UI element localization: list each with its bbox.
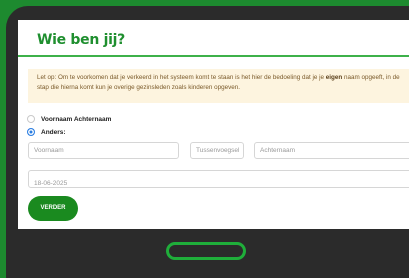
tablet-home-button-icon[interactable] (166, 242, 246, 260)
notice-text-start: Let op: Om te voorkomen dat je verkeerd … (37, 74, 326, 81)
notice-box: Let op: Om te voorkomen dat je verkeerd … (28, 69, 409, 103)
notice-text-bold: eigen (325, 74, 343, 81)
radio-option-name[interactable]: Voornaam Achternaam (27, 114, 111, 124)
last-name-input[interactable]: Achternaam (254, 142, 409, 159)
title-bar: Wie ben jij? (18, 20, 409, 57)
radio-option-other[interactable]: Anders: (27, 127, 66, 137)
page-title: Wie ben jij? (37, 32, 125, 48)
radio-label-other: Anders: (41, 128, 66, 136)
radio-unchecked-icon[interactable] (27, 115, 35, 123)
infix-input[interactable]: Tussenvoegsel (190, 142, 244, 159)
screen: Wie ben jij? Let op: Om te voorkomen dat… (18, 20, 409, 229)
first-name-input[interactable]: Voornaam (28, 142, 179, 159)
verder-button[interactable]: VERDER (28, 196, 78, 221)
birth-date-input[interactable]: 18-06-2025 (28, 170, 409, 188)
radio-label-name: Voornaam Achternaam (41, 115, 112, 123)
title-divider (18, 55, 409, 57)
radio-checked-icon[interactable] (27, 128, 35, 136)
